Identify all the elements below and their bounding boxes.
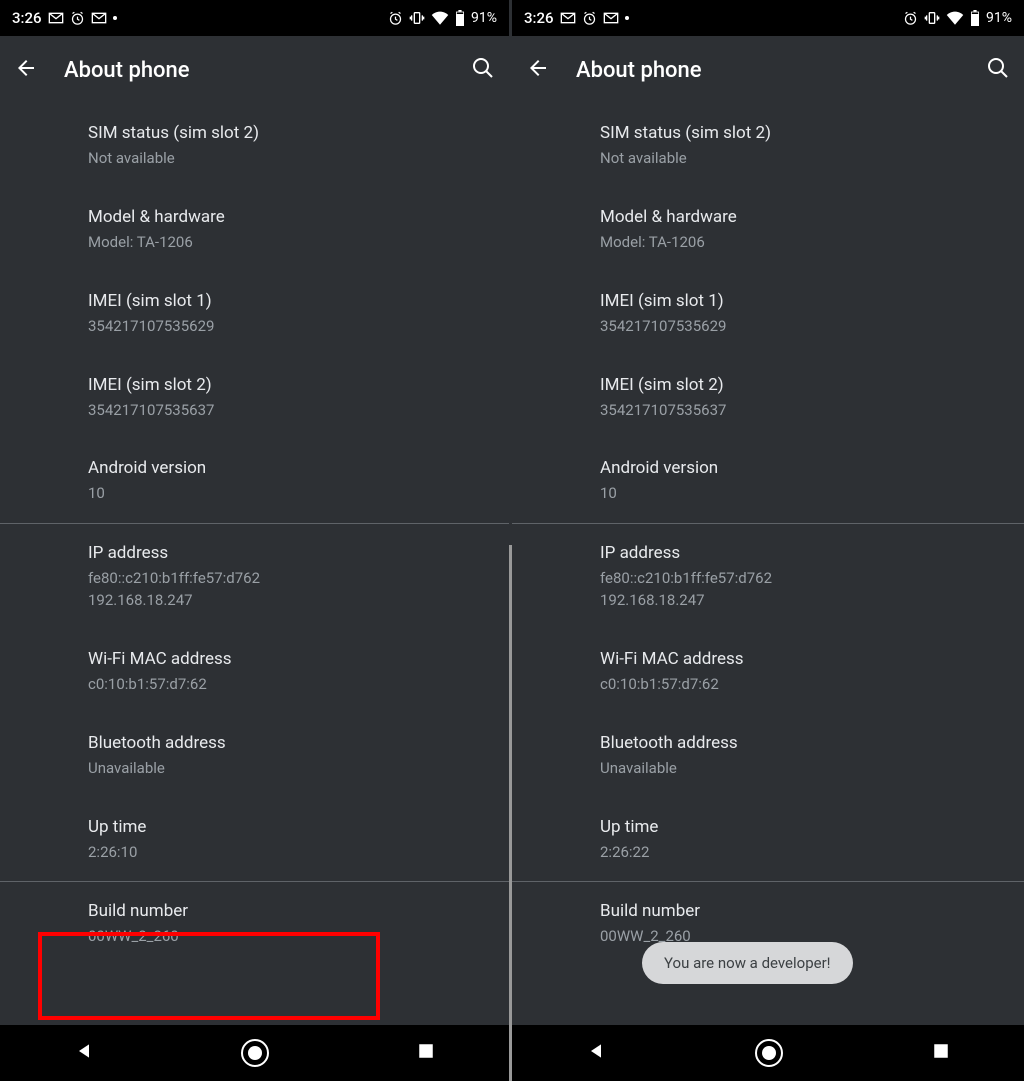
uptime-item[interactable]: Up time2:26:10 bbox=[0, 798, 509, 882]
status-bar: 3:26 91% bbox=[0, 0, 509, 36]
nav-home-icon[interactable] bbox=[755, 1039, 783, 1067]
vibrate-icon bbox=[924, 10, 940, 26]
status-clock: 3:26 bbox=[12, 9, 42, 27]
battery-percent: 91% bbox=[471, 10, 497, 26]
ip-address-item[interactable]: IP addressfe80::c210:b1ff:fe57:d762 192.… bbox=[512, 524, 1024, 630]
sim-status-item[interactable]: SIM status (sim slot 2)Not available bbox=[512, 104, 1024, 188]
imei-slot1-item[interactable]: IMEI (sim slot 1)354217107535629 bbox=[512, 272, 1024, 356]
nav-recents-icon[interactable] bbox=[932, 1042, 950, 1064]
gmail-icon bbox=[48, 12, 64, 24]
battery-percent: 91% bbox=[986, 10, 1012, 26]
app-bar: About phone bbox=[512, 36, 1024, 104]
gmail-icon bbox=[91, 12, 107, 24]
sim-status-item[interactable]: SIM status (sim slot 2)Not available bbox=[0, 104, 509, 188]
wifi-mac-item[interactable]: Wi-Fi MAC addressc0:10:b1:57:d7:62 bbox=[512, 630, 1024, 714]
gmail-icon bbox=[603, 12, 619, 24]
more-notifications-icon bbox=[625, 16, 629, 20]
navigation-bar bbox=[512, 1025, 1024, 1081]
bluetooth-address-item[interactable]: Bluetooth addressUnavailable bbox=[512, 714, 1024, 798]
phone-screenshot-left: 3:26 91% About phone SIM status (sim slo… bbox=[0, 0, 512, 1081]
page-title: About phone bbox=[576, 58, 962, 83]
gmail-icon bbox=[560, 12, 576, 24]
bluetooth-address-item[interactable]: Bluetooth addressUnavailable bbox=[0, 714, 509, 798]
search-icon[interactable] bbox=[471, 56, 495, 84]
navigation-bar bbox=[0, 1025, 509, 1081]
imei-slot1-item[interactable]: IMEI (sim slot 1)354217107535629 bbox=[0, 272, 509, 356]
wifi-icon bbox=[946, 11, 964, 25]
android-version-item[interactable]: Android version10 bbox=[0, 439, 509, 523]
build-number-item[interactable]: Build number00WW_2_260 bbox=[0, 882, 509, 966]
settings-list[interactable]: SIM status (sim slot 2)Not available Mod… bbox=[512, 104, 1024, 1025]
alarm-icon bbox=[388, 11, 403, 26]
page-title: About phone bbox=[64, 58, 447, 83]
battery-icon bbox=[970, 10, 980, 26]
nav-recents-icon[interactable] bbox=[417, 1042, 435, 1064]
phone-screenshot-right: 3:26 91% About phone SIM status (sim slo… bbox=[512, 0, 1024, 1081]
vibrate-icon bbox=[409, 10, 425, 26]
alarm-icon bbox=[70, 11, 85, 26]
more-notifications-icon bbox=[113, 16, 117, 20]
status-bar: 3:26 91% bbox=[512, 0, 1024, 36]
alarm-icon bbox=[903, 11, 918, 26]
app-bar: About phone bbox=[0, 36, 509, 104]
model-hardware-item[interactable]: Model & hardwareModel: TA-1206 bbox=[512, 188, 1024, 272]
battery-icon bbox=[455, 10, 465, 26]
imei-slot2-item[interactable]: IMEI (sim slot 2)354217107535637 bbox=[512, 356, 1024, 440]
android-version-item[interactable]: Android version10 bbox=[512, 439, 1024, 523]
back-icon[interactable] bbox=[14, 56, 38, 84]
search-icon[interactable] bbox=[986, 56, 1010, 84]
nav-back-icon[interactable] bbox=[74, 1041, 94, 1065]
nav-back-icon[interactable] bbox=[586, 1041, 606, 1065]
settings-list[interactable]: SIM status (sim slot 2)Not available Mod… bbox=[0, 104, 509, 1025]
uptime-item[interactable]: Up time2:26:22 bbox=[512, 798, 1024, 882]
status-clock: 3:26 bbox=[524, 9, 554, 27]
back-icon[interactable] bbox=[526, 56, 550, 84]
alarm-icon bbox=[582, 11, 597, 26]
wifi-mac-item[interactable]: Wi-Fi MAC addressc0:10:b1:57:d7:62 bbox=[0, 630, 509, 714]
ip-address-item[interactable]: IP addressfe80::c210:b1ff:fe57:d762 192.… bbox=[0, 524, 509, 630]
wifi-icon bbox=[431, 11, 449, 25]
imei-slot2-item[interactable]: IMEI (sim slot 2)354217107535637 bbox=[0, 356, 509, 440]
nav-home-icon[interactable] bbox=[241, 1039, 269, 1067]
model-hardware-item[interactable]: Model & hardwareModel: TA-1206 bbox=[0, 188, 509, 272]
developer-toast: You are now a developer! bbox=[642, 942, 853, 984]
